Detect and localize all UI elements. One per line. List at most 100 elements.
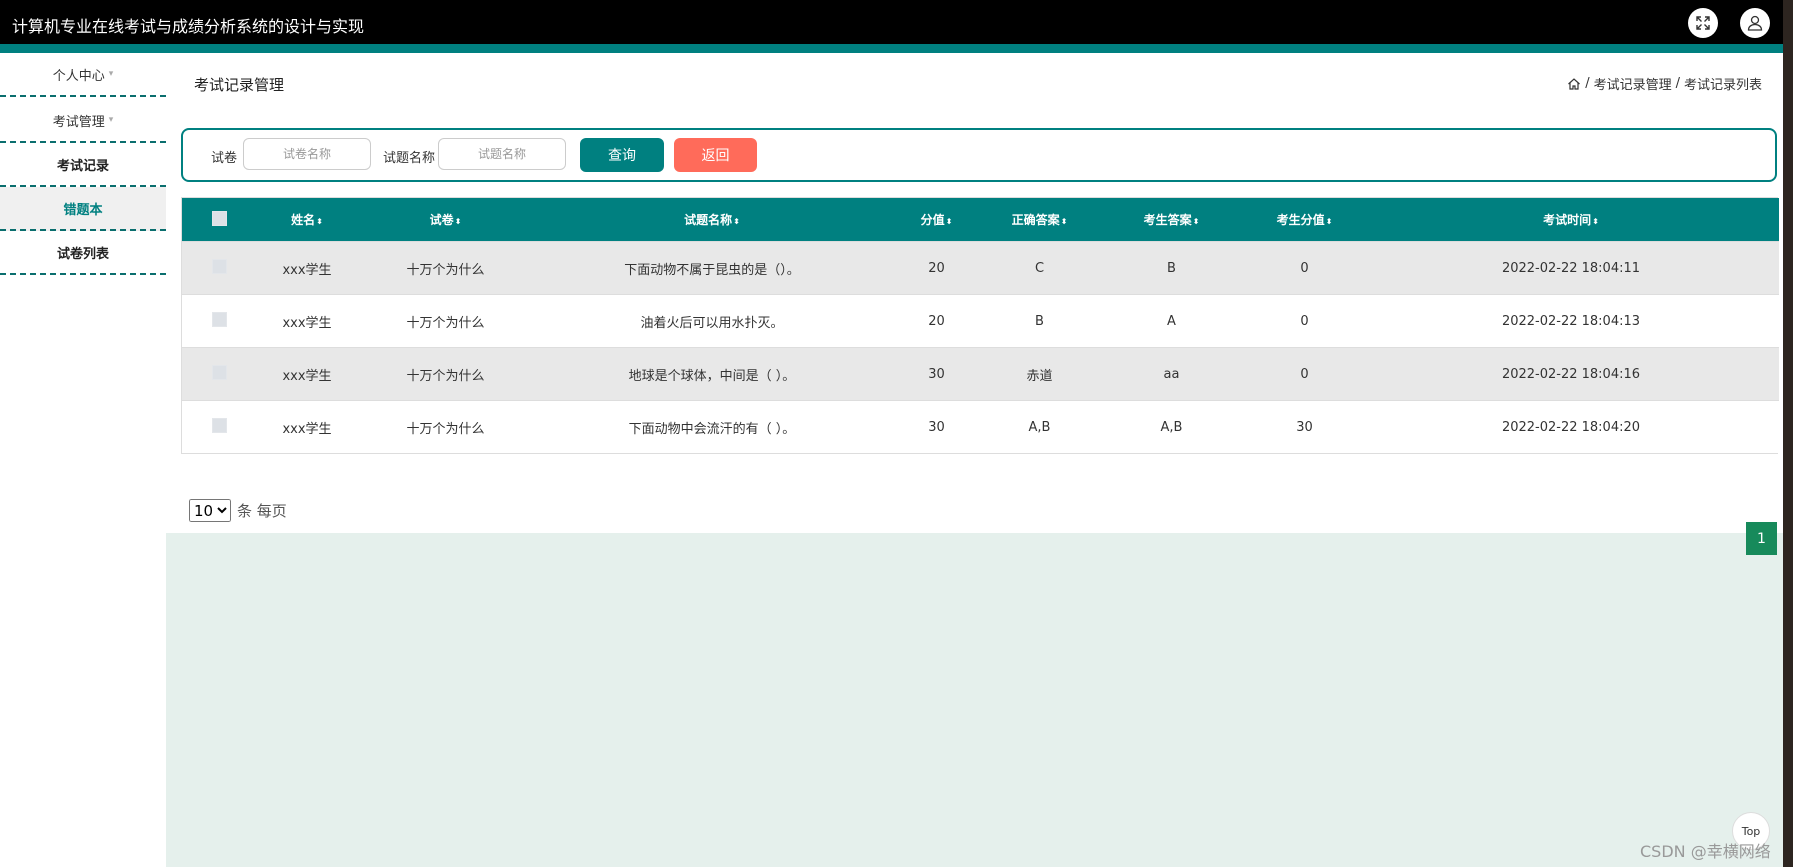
- query-button[interactable]: 查询: [580, 138, 664, 172]
- page-size-control: 10 条 每页: [189, 499, 287, 522]
- column-header-label: 考试时间: [1543, 213, 1592, 227]
- column-header-label: 试题名称: [684, 213, 733, 227]
- column-header-label: 考生分值: [1276, 213, 1325, 227]
- sidebar-item-label: 错题本: [63, 202, 103, 218]
- home-icon[interactable]: [1567, 77, 1581, 91]
- page-number-button[interactable]: 1: [1746, 522, 1777, 555]
- cell-paper: 十万个为什么: [358, 347, 533, 401]
- user-menu-button[interactable]: [1740, 8, 1770, 38]
- cell-paper: 十万个为什么: [358, 241, 533, 295]
- column-header-student-answer[interactable]: 考生答案⬍: [1097, 198, 1246, 242]
- expand-icon: [1696, 16, 1710, 30]
- chevron-down-icon: ▾: [108, 115, 114, 125]
- cell-exam-time: 2022-02-22 18:04:16: [1363, 347, 1779, 401]
- cell-score: 30: [891, 400, 982, 453]
- row-checkbox[interactable]: [211, 364, 227, 380]
- paper-label: 试卷: [211, 151, 238, 166]
- cell-question: 油着火后可以用水扑灭。: [533, 294, 891, 348]
- cell-name: xxx学生: [256, 294, 358, 348]
- back-button[interactable]: 返回: [674, 138, 757, 172]
- cell-paper: 十万个为什么: [358, 294, 533, 348]
- cell-correct-answer: B: [982, 294, 1097, 348]
- row-checkbox[interactable]: [211, 258, 227, 274]
- sort-icon: ⬍: [733, 217, 740, 226]
- sidebar-item-paper-list[interactable]: 试卷列表: [0, 231, 166, 275]
- row-checkbox[interactable]: [211, 311, 227, 327]
- cell-score: 20: [891, 294, 982, 348]
- table-row: xxx学生 十万个为什么 下面动物不属于昆虫的是（）。 20 C B 0 202…: [182, 241, 1779, 295]
- column-header-score[interactable]: 分值⬍: [891, 198, 982, 242]
- column-header-label: 考生答案: [1143, 213, 1192, 227]
- app-title: 计算机专业在线考试与成绩分析系统的设计与实现: [12, 17, 365, 36]
- cell-exam-time: 2022-02-22 18:04:20: [1363, 400, 1779, 453]
- cell-name: xxx学生: [256, 347, 358, 401]
- column-header-label: 试卷: [429, 213, 454, 227]
- search-form: 试卷 试题名称 查询 返回: [181, 128, 1777, 182]
- sidebar-item-personal-center[interactable]: 个人中心 ▾: [0, 53, 166, 97]
- page-title: 考试记录管理: [194, 76, 285, 94]
- column-header-student-score[interactable]: 考生分值⬍: [1246, 198, 1363, 242]
- chevron-down-icon: ▾: [108, 69, 114, 79]
- cell-question: 地球是个球体，中间是（ ）。: [533, 347, 891, 401]
- column-header-label: 分值: [920, 213, 945, 227]
- cell-name: xxx学生: [256, 400, 358, 453]
- column-header-label: 姓名: [291, 213, 316, 227]
- page-size-suffix: 条 每页: [237, 502, 287, 520]
- row-select-cell: [182, 241, 256, 295]
- table-header-row: 姓名⬍ 试卷⬍ 试题名称⬍ 分值⬍ 正确答案⬍ 考生答案⬍ 考生分值⬍ 考试时间…: [182, 198, 1779, 242]
- cell-correct-answer: 赤道: [982, 347, 1097, 401]
- exam-record-table: 姓名⬍ 试卷⬍ 试题名称⬍ 分值⬍ 正确答案⬍ 考生答案⬍ 考生分值⬍ 考试时间…: [181, 197, 1779, 454]
- column-header-question[interactable]: 试题名称⬍: [533, 198, 891, 242]
- user-icon: [1747, 15, 1763, 31]
- sidebar-item-label: 考试管理: [52, 114, 105, 130]
- sort-icon: ⬍: [454, 217, 462, 226]
- fullscreen-button[interactable]: [1688, 8, 1718, 38]
- sort-icon: ⬍: [1325, 217, 1333, 226]
- cell-student-score: 30: [1246, 400, 1363, 453]
- paper-search-input[interactable]: [243, 138, 371, 170]
- column-header-paper[interactable]: 试卷⬍: [358, 198, 533, 242]
- sidebar-item-wrong-questions[interactable]: 错题本: [0, 187, 166, 231]
- cell-name: xxx学生: [256, 241, 358, 295]
- cell-score: 30: [891, 347, 982, 401]
- sort-icon: ⬍: [316, 217, 323, 226]
- sidebar-item-label: 试卷列表: [56, 246, 109, 262]
- breadcrumb-separator: /: [1585, 76, 1590, 91]
- cell-paper: 十万个为什么: [358, 400, 533, 453]
- cell-student-answer: A: [1097, 294, 1246, 348]
- sidebar-item-exam-records[interactable]: 考试记录: [0, 143, 166, 187]
- sidebar-item-label: 个人中心: [52, 68, 105, 84]
- question-label: 试题名称: [383, 151, 436, 166]
- question-search-input[interactable]: [438, 138, 566, 170]
- sort-icon: ⬍: [1192, 217, 1200, 226]
- breadcrumb-item: 考试记录列表: [1683, 78, 1762, 93]
- column-header-exam-time[interactable]: 考试时间⬍: [1363, 198, 1779, 242]
- cell-correct-answer: A,B: [982, 400, 1097, 453]
- breadcrumb-separator: /: [1675, 76, 1680, 91]
- cell-student-score: 0: [1246, 241, 1363, 295]
- cell-exam-time: 2022-02-22 18:04:13: [1363, 294, 1779, 348]
- sidebar: 个人中心 ▾ 考试管理 ▾ 考试记录 错题本 试卷列表: [0, 53, 166, 867]
- cell-question: 下面动物中会流汗的有（ ）。: [533, 400, 891, 453]
- sort-icon: ⬍: [1060, 217, 1068, 226]
- table-row: xxx学生 十万个为什么 地球是个球体，中间是（ ）。 30 赤道 aa 0 2…: [182, 347, 1779, 401]
- row-select-cell: [182, 400, 256, 453]
- column-header-label: 正确答案: [1011, 213, 1060, 227]
- header-accent-strip: [0, 44, 1793, 53]
- sort-icon: ⬍: [1592, 217, 1599, 226]
- select-all-checkbox[interactable]: [211, 210, 227, 226]
- row-select-cell: [182, 294, 256, 348]
- cell-student-answer: aa: [1097, 347, 1246, 401]
- cell-correct-answer: C: [982, 241, 1097, 295]
- table-row: xxx学生 十万个为什么 下面动物中会流汗的有（ ）。 30 A,B A,B 3…: [182, 400, 1779, 453]
- breadcrumb-item[interactable]: 考试记录管理: [1594, 74, 1672, 93]
- row-checkbox[interactable]: [211, 417, 227, 433]
- sidebar-item-exam-management[interactable]: 考试管理 ▾: [0, 99, 166, 143]
- page-size-select[interactable]: 10: [189, 499, 231, 522]
- row-select-cell: [182, 347, 256, 401]
- content-panel: 考试记录管理 / 考试记录管理 / 考试记录列表 试卷 试题名称 查询 返回: [166, 53, 1783, 555]
- main-content: 考试记录管理 / 考试记录管理 / 考试记录列表 试卷 试题名称 查询 返回: [166, 53, 1783, 867]
- column-header-name[interactable]: 姓名⬍: [256, 198, 358, 242]
- top-bar: 计算机专业在线考试与成绩分析系统的设计与实现: [0, 0, 1793, 44]
- column-header-correct-answer[interactable]: 正确答案⬍: [982, 198, 1097, 242]
